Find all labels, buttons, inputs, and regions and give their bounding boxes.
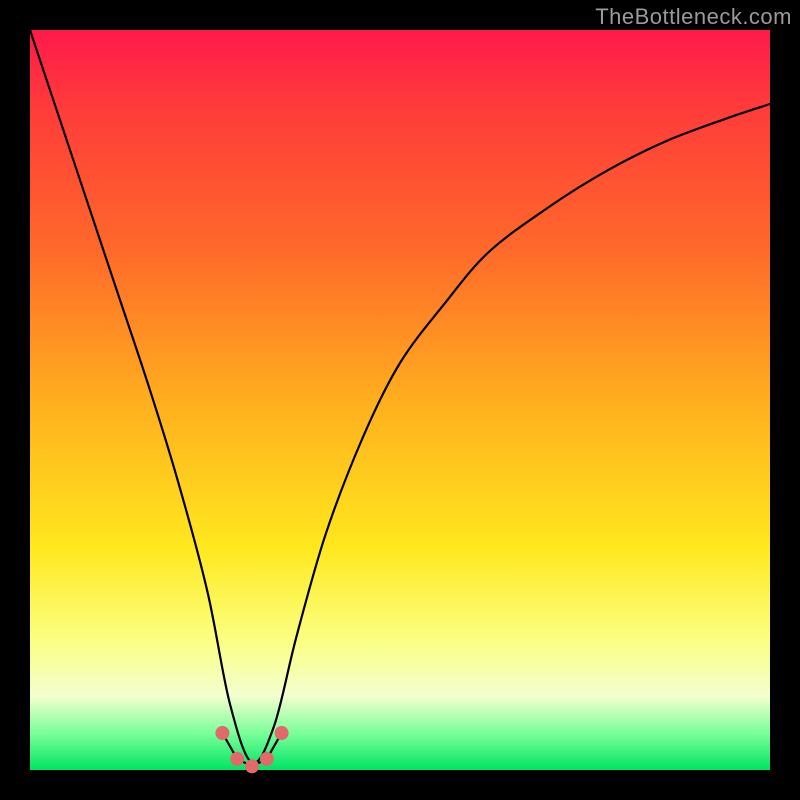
valley-marker-dot (260, 752, 274, 766)
plot-area (30, 30, 770, 770)
valley-marker-dot (275, 726, 289, 740)
valley-marker-dot (215, 726, 229, 740)
chart-frame: TheBottleneck.com (0, 0, 800, 800)
valley-marker-dot (230, 752, 244, 766)
watermark-text: TheBottleneck.com (595, 4, 792, 30)
bottleneck-curve-svg (30, 30, 770, 770)
bottleneck-curve (30, 30, 770, 763)
valley-highlight-dots (215, 726, 288, 773)
valley-marker-dot (245, 759, 259, 773)
